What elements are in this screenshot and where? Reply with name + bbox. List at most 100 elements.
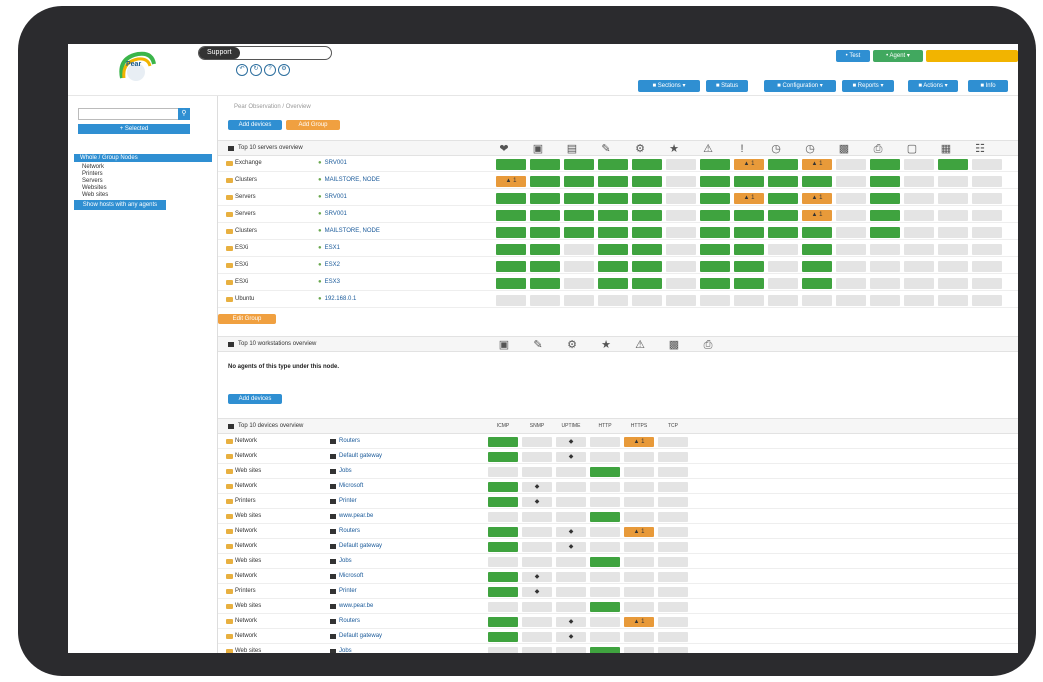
row-device[interactable]: Routers (330, 528, 360, 534)
status-cell[interactable] (632, 244, 662, 255)
status-cell[interactable] (734, 295, 764, 306)
status-cell[interactable] (700, 295, 730, 306)
status-cell[interactable] (564, 227, 594, 238)
status-cell[interactable] (522, 467, 552, 477)
status-cell[interactable] (938, 261, 968, 272)
nav-actions[interactable]: ■ Actions ▾ (908, 80, 958, 92)
host-name[interactable]: ESX2 (325, 262, 340, 268)
table-row[interactable]: Web sites Jobs (218, 645, 1018, 653)
status-cell[interactable] (590, 572, 620, 582)
status-cell[interactable] (972, 210, 1002, 221)
status-cell[interactable] (556, 587, 586, 597)
status-cell[interactable] (530, 278, 560, 289)
status-cell[interactable] (972, 278, 1002, 289)
row-device[interactable]: Default gateway (330, 633, 382, 639)
help-icon[interactable]: ? (264, 64, 276, 76)
status-cell[interactable] (768, 159, 798, 170)
status-cell[interactable] (556, 572, 586, 582)
search-icon[interactable]: ⚲ (178, 108, 190, 120)
status-cell[interactable] (836, 278, 866, 289)
status-cell[interactable] (556, 467, 586, 477)
table-row[interactable]: Printers Printer ◆ (218, 585, 1018, 599)
host-name[interactable]: ESX1 (325, 245, 340, 251)
table-row[interactable]: ESXi ● ESX1 (218, 242, 1018, 257)
back-icon[interactable]: ↶ (236, 64, 248, 76)
device-name[interactable]: Default gateway (339, 543, 382, 549)
status-cell[interactable] (488, 452, 518, 462)
status-cell[interactable] (904, 193, 934, 204)
search-input[interactable]: Support (198, 46, 332, 60)
status-cell[interactable] (666, 244, 696, 255)
tree-item-printers[interactable]: Printers (82, 171, 103, 178)
status-cell[interactable] (734, 278, 764, 289)
status-cell[interactable]: ▲ 1 (496, 176, 526, 187)
add-devices-button[interactable]: Add devices (228, 120, 282, 130)
table-row[interactable]: Web sites www.pear.be (218, 600, 1018, 614)
selected-button[interactable]: + Selected (78, 124, 190, 134)
status-cell[interactable]: ◆ (556, 617, 586, 627)
status-cell[interactable] (658, 452, 688, 462)
status-cell[interactable] (904, 261, 934, 272)
table-row[interactable]: Servers ● SRV001 ▲ 1 (218, 208, 1018, 223)
table-row[interactable]: Network Default gateway ◆ (218, 540, 1018, 554)
status-cell[interactable] (904, 295, 934, 306)
status-cell[interactable] (700, 278, 730, 289)
status-cell[interactable]: ▲ 1 (624, 617, 654, 627)
device-name[interactable]: Default gateway (339, 453, 382, 459)
status-cell[interactable]: ◆ (522, 482, 552, 492)
nav-status[interactable]: ■ Status (706, 80, 748, 92)
status-cell[interactable] (666, 159, 696, 170)
device-name[interactable]: Microsoft (339, 483, 363, 489)
status-cell[interactable] (488, 647, 518, 653)
status-cell[interactable] (624, 512, 654, 522)
status-cell[interactable] (734, 244, 764, 255)
status-cell[interactable] (870, 159, 900, 170)
status-cell[interactable] (658, 512, 688, 522)
status-cell[interactable] (658, 557, 688, 567)
status-cell[interactable] (488, 542, 518, 552)
status-cell[interactable] (836, 193, 866, 204)
status-cell[interactable] (556, 602, 586, 612)
row-device[interactable]: Routers (330, 618, 360, 624)
status-cell[interactable] (598, 159, 628, 170)
status-cell[interactable] (488, 557, 518, 567)
status-cell[interactable] (904, 210, 934, 221)
add-group-button[interactable]: Add Group (286, 120, 340, 130)
status-cell[interactable]: ▲ 1 (734, 159, 764, 170)
row-device[interactable]: Default gateway (330, 453, 382, 459)
host-name[interactable]: SRV001 (325, 194, 347, 200)
status-cell[interactable] (632, 295, 662, 306)
status-cell[interactable] (666, 261, 696, 272)
status-cell[interactable] (836, 227, 866, 238)
status-cell[interactable]: ▲ 1 (624, 527, 654, 537)
status-cell[interactable] (564, 193, 594, 204)
row-device[interactable]: www.pear.be (330, 513, 373, 519)
status-cell[interactable] (768, 295, 798, 306)
device-name[interactable]: Routers (339, 618, 360, 624)
status-cell[interactable] (488, 602, 518, 612)
status-cell[interactable] (870, 261, 900, 272)
row-device[interactable]: Routers (330, 438, 360, 444)
status-cell[interactable] (904, 244, 934, 255)
status-cell[interactable] (700, 159, 730, 170)
add-devices-button-2[interactable]: Add devices (228, 394, 282, 404)
status-cell[interactable] (870, 278, 900, 289)
status-cell[interactable] (938, 176, 968, 187)
status-cell[interactable] (972, 193, 1002, 204)
status-cell[interactable] (836, 176, 866, 187)
row-host[interactable]: ● SRV001 (318, 160, 347, 166)
status-cell[interactable] (700, 227, 730, 238)
status-cell[interactable]: ▲ 1 (624, 437, 654, 447)
status-cell[interactable] (590, 647, 620, 653)
status-cell[interactable] (632, 176, 662, 187)
table-row[interactable]: Clusters ● MAILSTORE, NODE ▲ 1 (218, 174, 1018, 189)
device-name[interactable]: Printer (339, 498, 357, 504)
status-cell[interactable] (624, 572, 654, 582)
status-cell[interactable] (522, 617, 552, 627)
status-cell[interactable] (590, 482, 620, 492)
host-name[interactable]: SRV001 (325, 160, 347, 166)
status-cell[interactable] (802, 278, 832, 289)
status-cell[interactable] (938, 244, 968, 255)
status-cell[interactable] (530, 227, 560, 238)
status-cell[interactable] (632, 210, 662, 221)
